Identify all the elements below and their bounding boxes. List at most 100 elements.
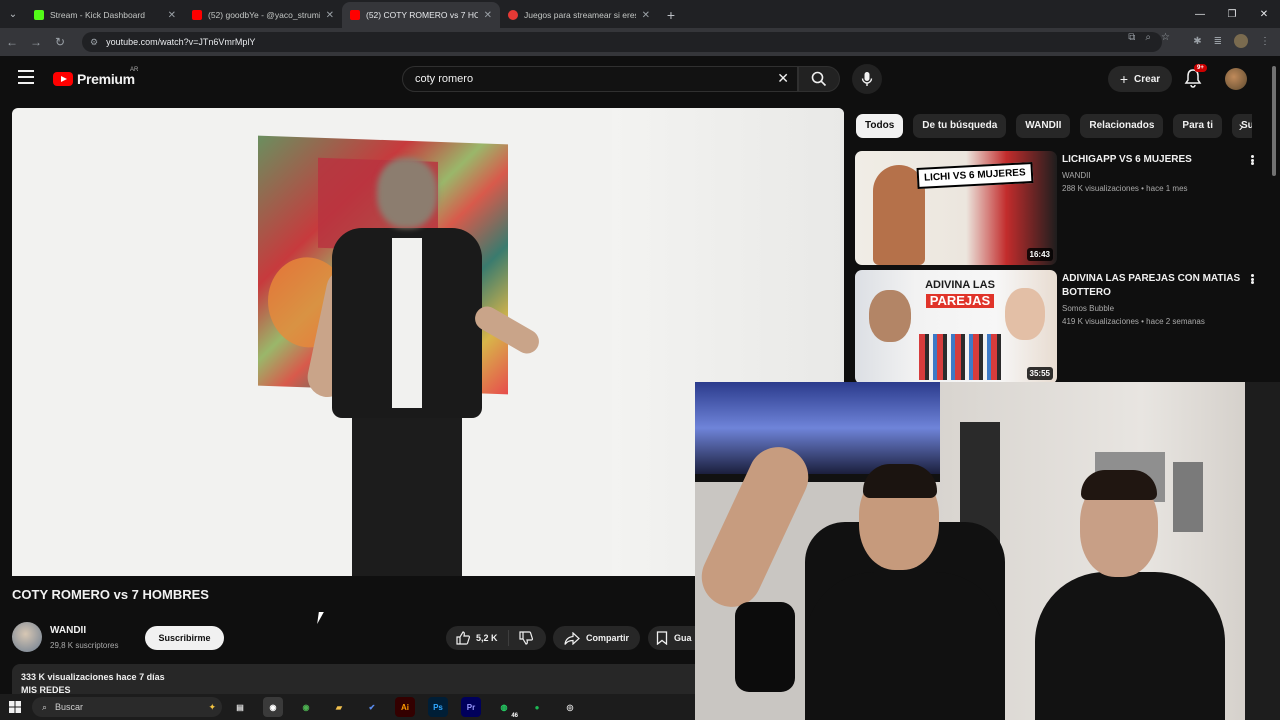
thumbnail-text: LICHI VS 6 MUJERES [916,161,1034,190]
youtube-play-icon [53,72,73,86]
close-icon[interactable]: ✕ [642,10,650,21]
new-tab-button[interactable]: + [658,2,684,28]
more-options-icon[interactable] [1247,153,1257,167]
chrome-profile-icon[interactable]: ◉ [296,697,316,717]
views-and-date: 333 K visualizaciones hace 7 días [21,672,165,682]
search-icon [811,71,827,87]
chevron-right-icon[interactable]: › [1230,114,1252,138]
avatar[interactable] [1225,68,1247,90]
window-controls: — ❐ ✕ [1184,0,1280,28]
video-title[interactable]: LICHIGAPP VS 6 MUJERES [1062,153,1242,167]
youtube-header: Premium AR coty romero ✕ + Crear 9+ [0,56,1280,104]
related-filter-chips: Todos De tu búsqueda WANDII Relacionados… [856,114,1252,138]
scrollbar[interactable] [1270,66,1278,382]
menu-icon[interactable]: ⋮ [1260,36,1270,47]
avatar[interactable] [12,622,42,652]
chip-de-tu-busqueda[interactable]: De tu búsqueda [913,114,1007,138]
plus-icon: + [1119,71,1129,87]
zoom-icon[interactable]: ⌕ [1145,32,1151,43]
youtube-logo[interactable]: Premium AR [53,67,138,87]
more-options-icon[interactable] [1247,272,1257,286]
minimize-icon[interactable]: — [1184,0,1216,28]
save-label: Gua [674,633,692,643]
video-meta: LICHIGAPP VS 6 MUJERES WANDII 288 K visu… [1062,153,1242,193]
browser-tab-strip: ⌄ Stream - Kick Dashboard ✕ (52) goodbYe… [0,0,1280,28]
streamer-left [805,572,1005,720]
omnibox-actions: ⧉ ⌕ ☆ [1128,32,1170,43]
back-icon[interactable]: ← [0,35,24,49]
taskbar-apps: ▤ ◉ ◉ ▰ ✔ Ai Ps Pr ◍ 46 ● ◎ [230,697,580,720]
like-button[interactable]: 5,2 K [446,630,509,646]
windows-start-icon[interactable] [0,701,30,713]
share-button[interactable]: Compartir [553,626,640,650]
streamer-right [1035,572,1225,720]
taskbar-search[interactable]: ⌕ Buscar ✦ [32,697,222,717]
webcam-overlay [695,382,1280,720]
tab-search-button[interactable]: ⌄ [0,0,26,28]
microphone-arm [735,602,795,692]
forward-icon[interactable]: → [24,35,48,49]
spotify-icon[interactable]: ● [527,697,547,717]
reload-icon[interactable]: ↻ [48,35,72,49]
close-icon[interactable]: ✕ [168,10,176,21]
browser-tab-juegos[interactable]: Juegos para streamear si eres p ✕ [500,2,658,28]
tab-title: (52) goodbYe - @yaco_strumia [208,10,320,20]
install-icon[interactable]: ⧉ [1128,32,1135,43]
voice-search-button[interactable] [852,64,882,94]
create-label: Crear [1134,73,1161,85]
premiere-icon[interactable]: Pr [461,697,481,717]
file-explorer-icon[interactable]: ▰ [329,697,349,717]
thumbnail-text: ADIVINA LAS PAREJAS [925,279,995,308]
dislike-button[interactable] [509,631,543,645]
guide-menu-icon[interactable] [18,70,34,84]
browser-tab-goodbye[interactable]: (52) goodbYe - @yaco_strumia ✕ [184,2,342,28]
description-box[interactable]: 333 K visualizaciones hace 7 días MIS RE… [12,664,702,694]
chip-relacionados[interactable]: Relacionados [1080,114,1164,138]
reading-list-icon[interactable]: ≣ [1214,36,1222,47]
whatsapp-icon[interactable]: ◍ 46 [494,697,519,720]
video-thumbnail[interactable]: LICHI VS 6 MUJERES 16:43 [855,151,1057,265]
create-button[interactable]: + Crear [1108,66,1172,92]
youtube-icon [350,10,360,20]
photoshop-icon[interactable]: Ps [428,697,448,717]
close-icon[interactable]: ✕ [484,10,492,21]
whatsapp-badge: 46 [511,713,518,719]
address-bar[interactable]: ⚙ youtube.com/watch?v=JTn6VmrMplY [82,32,1162,52]
thumbs-up-icon [456,631,470,645]
todo-icon[interactable]: ✔ [362,697,382,717]
search-input[interactable]: coty romero ✕ [402,66,798,92]
like-count: 5,2 K [476,633,498,643]
video-channel[interactable]: Somos Bubble [1062,304,1242,313]
youtube-icon [508,10,518,20]
video-thumbnail[interactable]: ADIVINA LAS PAREJAS 35:55 [855,270,1057,384]
profile-avatar[interactable] [1234,34,1248,48]
share-icon [564,631,580,645]
browser-toolbar: ← → ↻ ⚙ youtube.com/watch?v=JTn6VmrMplY … [0,28,1280,56]
maximize-icon[interactable]: ❐ [1216,0,1248,28]
task-view-icon[interactable]: ▤ [230,697,250,717]
recommended-video[interactable]: LICHI VS 6 MUJERES 16:43 LICHIGAPP VS 6 … [855,151,1265,265]
extensions-icon[interactable]: ✱ [1193,36,1201,47]
search-button[interactable] [798,66,840,92]
subscribe-button[interactable]: Suscribirme [145,626,224,650]
close-window-icon[interactable]: ✕ [1248,0,1280,28]
browser-tab-kick[interactable]: Stream - Kick Dashboard ✕ [26,2,184,28]
chip-todos[interactable]: Todos [856,114,904,138]
video-channel[interactable]: WANDII [1062,171,1242,180]
obs-icon[interactable]: ◎ [560,697,580,717]
clear-search-icon[interactable]: ✕ [777,70,789,87]
video-title[interactable]: ADIVINA LAS PAREJAS CON MATIAS BOTTERO [1062,272,1242,300]
chrome-icon[interactable]: ◉ [263,697,283,717]
recommended-video[interactable]: ADIVINA LAS PAREJAS 35:55 ADIVINA LAS PA… [855,270,1265,384]
browser-tab-coty-romero[interactable]: (52) COTY ROMERO vs 7 HOMBRES ✕ [342,2,500,28]
chip-para-ti[interactable]: Para ti [1173,114,1222,138]
extensions-area: ✱ ≣ ⋮ [1193,34,1270,48]
tab-title: Juegos para streamear si eres p [524,10,636,20]
close-icon[interactable]: ✕ [326,10,334,21]
notifications-button[interactable]: 9+ [1184,64,1207,88]
chip-wandii[interactable]: WANDII [1016,114,1071,138]
bookmark-star-icon[interactable]: ☆ [1161,32,1170,43]
site-info-icon[interactable]: ⚙ [90,37,98,48]
illustrator-icon[interactable]: Ai [395,697,415,717]
channel-name[interactable]: WANDII [50,625,86,636]
